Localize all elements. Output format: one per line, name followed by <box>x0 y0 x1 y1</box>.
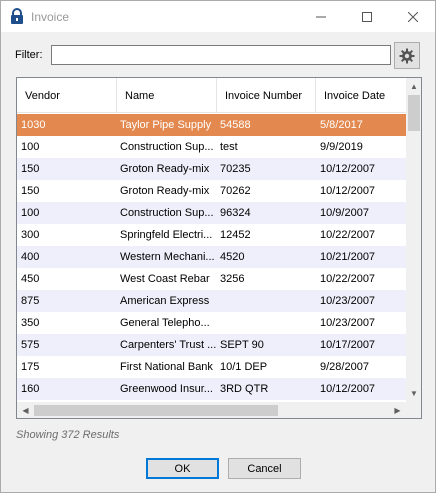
cell-invoice-number: 4520 <box>220 251 245 263</box>
cell-name: Construction Sup... <box>120 141 214 153</box>
ok-button[interactable]: OK <box>146 458 219 479</box>
table-row[interactable]: 575 Carpenters' Trust ... SEPT 90 10/17/200… <box>17 334 406 356</box>
minimize-button[interactable] <box>298 1 344 32</box>
invoice-grid[interactable]: Vendor Name Invoice Number Invoice Date … <box>16 77 422 419</box>
cell-vendor: 160 <box>21 383 40 395</box>
scroll-right-icon[interactable]: ▶ <box>389 402 406 418</box>
invoice-window: Invoice Filter: Vendor Name Invoice Numb… <box>0 0 436 493</box>
cell-invoice-date: 10/23/2007 <box>320 317 376 329</box>
table-row[interactable]: 100 Construction Sup... 96324 10/9/2007 <box>17 202 406 224</box>
lock-icon <box>10 8 24 25</box>
table-row[interactable]: 300 Springfeld Electri... 12452 10/22/2007 <box>17 224 406 246</box>
cell-name: Groton Ready-mix <box>120 163 210 175</box>
column-header-invoice-number[interactable]: Invoice Number <box>217 78 316 113</box>
cell-invoice-date: 9/28/2007 <box>320 361 369 373</box>
cell-vendor: 100 <box>21 141 40 153</box>
scroll-corner <box>406 402 421 418</box>
settings-button[interactable] <box>394 42 420 69</box>
results-count: Showing 372 Results <box>16 429 120 441</box>
title-bar[interactable]: Invoice <box>1 1 435 32</box>
cell-invoice-date: 10/12/2007 <box>320 185 376 197</box>
gear-icon <box>399 48 415 63</box>
cell-name: West Coast Rebar <box>120 273 210 285</box>
cell-vendor: 1030 <box>21 119 46 131</box>
cell-name: Carpenters' Trust ... <box>120 339 216 351</box>
cell-invoice-date: 10/12/2007 <box>320 163 376 175</box>
horizontal-scrollbar[interactable]: ◀ ▶ <box>17 402 406 418</box>
cell-invoice-date: 5/8/2017 <box>320 119 363 131</box>
cell-invoice-date: 10/22/2007 <box>320 273 376 285</box>
cell-invoice-number <box>220 312 312 334</box>
filter-input[interactable] <box>51 45 391 65</box>
cell-invoice-number: 70262 <box>220 185 251 197</box>
table-row[interactable]: 150 Groton Ready-mix 70235 10/12/2007 <box>17 158 406 180</box>
scroll-up-icon[interactable]: ▲ <box>406 78 421 95</box>
close-button[interactable] <box>390 1 436 32</box>
cell-name: American Express <box>120 295 210 307</box>
cell-invoice-number: 3RD QTR <box>220 383 269 395</box>
grid-header: Vendor Name Invoice Number Invoice Date <box>17 78 406 113</box>
cell-invoice-date: 10/23/2007 <box>320 295 376 307</box>
window-title: Invoice <box>31 10 70 24</box>
cell-invoice-date: 10/17/2007 <box>320 339 376 351</box>
cell-name: First National Bank <box>120 361 213 373</box>
cell-name: Western Mechani... <box>120 251 215 263</box>
cell-vendor: 400 <box>21 251 40 263</box>
cell-invoice-date: 10/21/2007 <box>320 251 376 263</box>
vertical-scroll-thumb[interactable] <box>408 95 420 131</box>
cell-invoice-number: test <box>220 141 238 153</box>
table-row[interactable]: 450 West Coast Rebar 3256 10/22/2007 <box>17 268 406 290</box>
cell-invoice-date: 10/9/2007 <box>320 207 369 219</box>
cell-name: Greenwood Insur... <box>120 383 213 395</box>
cell-name: Taylor Pipe Supply <box>120 119 212 131</box>
cancel-button[interactable]: Cancel <box>228 458 301 479</box>
table-row[interactable]: 350 General Telepho... 10/23/2007 <box>17 312 406 334</box>
cell-vendor: 875 <box>21 295 40 307</box>
table-row[interactable]: 175 First National Bank 10/1 DEP 9/28/2007 <box>17 356 406 378</box>
cell-name: Groton Ready-mix <box>120 185 210 197</box>
vertical-scrollbar[interactable]: ▲ ▼ <box>406 78 421 402</box>
cell-vendor: 575 <box>21 339 40 351</box>
cell-invoice-date: 10/12/2007 <box>320 383 376 395</box>
cell-vendor: 150 <box>21 163 40 175</box>
cell-invoice-number: SEPT 90 <box>220 339 264 351</box>
table-row[interactable]: 100 Construction Sup... test 9/9/2019 <box>17 136 406 158</box>
column-header-invoice-date[interactable]: Invoice Date <box>316 78 406 113</box>
cell-name: Construction Sup... <box>120 207 214 219</box>
cell-vendor: 100 <box>21 207 40 219</box>
cell-vendor: 350 <box>21 317 40 329</box>
column-header-name[interactable]: Name <box>117 78 217 113</box>
cell-name: Springfeld Electri... <box>120 229 213 241</box>
cell-name: General Telepho... <box>120 317 210 329</box>
cell-vendor: 175 <box>21 361 40 373</box>
maximize-icon <box>362 11 372 22</box>
table-row[interactable]: 875 American Express 10/23/2007 <box>17 290 406 312</box>
filter-label: Filter: <box>15 49 43 61</box>
table-row[interactable]: 150 Groton Ready-mix 70262 10/12/2007 <box>17 180 406 202</box>
cell-invoice-number: 12452 <box>220 229 251 241</box>
scroll-left-icon[interactable]: ◀ <box>17 402 34 418</box>
table-row[interactable]: 400 Western Mechani... 4520 10/21/2007 <box>17 246 406 268</box>
minimize-icon <box>316 16 326 17</box>
cell-invoice-number: 3256 <box>220 273 245 285</box>
cell-invoice-number: 96324 <box>220 207 251 219</box>
cell-vendor: 300 <box>21 229 40 241</box>
table-row[interactable]: 160 Greenwood Insur... 3RD QTR 10/12/2007 <box>17 378 406 400</box>
cell-invoice-date: 10/22/2007 <box>320 229 376 241</box>
cell-invoice-number <box>220 290 312 312</box>
cell-invoice-date: 9/9/2019 <box>320 141 363 153</box>
close-icon <box>408 11 418 22</box>
cell-vendor: 150 <box>21 185 40 197</box>
column-header-vendor[interactable]: Vendor <box>17 78 117 113</box>
horizontal-scroll-thumb[interactable] <box>34 405 278 416</box>
cell-vendor: 450 <box>21 273 40 285</box>
maximize-button[interactable] <box>344 1 390 32</box>
cell-invoice-number: 70235 <box>220 163 251 175</box>
table-row[interactable]: 1030 Taylor Pipe Supply 54588 5/8/2017 <box>17 114 406 136</box>
cell-invoice-number: 10/1 DEP <box>220 361 268 373</box>
cell-invoice-number: 54588 <box>220 119 251 131</box>
scroll-down-icon[interactable]: ▼ <box>406 385 421 402</box>
